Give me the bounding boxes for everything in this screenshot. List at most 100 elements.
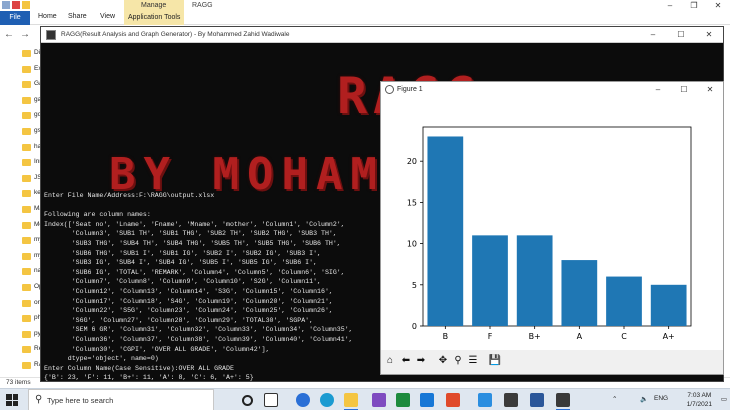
matplotlib-icon [385,85,394,94]
folder-icon [22,330,31,338]
console-line: 'Column17', 'Column18', 'S4G', 'Column19… [44,297,333,305]
item-count: 73 items [6,379,31,386]
explorer-window-controls: – ❐ ✕ [658,0,730,11]
quick-access-toolbar [2,1,30,9]
console-line: 'SUB3 THG', 'SUB4 TH', 'SUB4 THG', 'SUB5… [44,239,341,247]
search-icon: ⚲ [35,394,43,405]
minimize-icon[interactable]: – [658,0,682,11]
maximize-icon[interactable]: ❐ [682,0,706,11]
folder-icon [22,174,31,182]
console-line: 'SUB6 THG', 'SUB1 I', 'SUB1 IG', 'SUB2 I… [44,249,321,257]
close-icon[interactable]: ✕ [697,82,723,97]
manage-label[interactable]: Manage [141,2,166,9]
close-icon[interactable]: ✕ [706,0,730,11]
app-icon[interactable] [420,393,434,407]
folder-icon [22,96,31,104]
folder-icon [22,112,31,120]
folder-icon [22,284,31,291]
folder-icon [22,143,31,151]
taskbar-search[interactable]: ⚲ Type here to search [28,389,214,410]
python-console-icon[interactable] [556,393,570,410]
figure-window[interactable]: Figure 1 – ☐ ✕ B F B+ A C A+ 0 5 10 15 20 ⌂ ⬅ ➡ ✥ … [380,81,724,375]
y-tick-label: 20 [407,157,417,166]
maximize-icon[interactable]: ☐ [667,27,695,43]
console-window-controls: – ☐ ✕ [639,27,723,43]
language-indicator[interactable]: ENG [654,395,668,402]
y-tick-label: 10 [407,240,417,249]
figure-toolbar: ⌂ ⬅ ➡ ✥ ⚲ ☰ 💾 [381,350,723,374]
console-line: 'S6G', 'Column27', 'Column28', 'Column29… [44,316,314,324]
bar-B [427,136,464,326]
figure-titlebar[interactable]: Figure 1 – ☐ ✕ [381,82,723,97]
folder-icon [22,221,31,229]
save-icon[interactable] [2,1,10,9]
console-line: dtype='object', name=0) [44,355,159,363]
figure-title: Figure 1 [397,86,423,93]
folder-icon [22,65,31,73]
forward-icon[interactable]: ➡ [414,354,428,368]
folder-icon [22,206,31,213]
maximize-icon[interactable]: ☐ [671,82,697,97]
folder-icon [22,190,31,198]
checkmark-icon[interactable] [12,1,20,9]
close-icon[interactable]: ✕ [695,27,723,43]
bar-A+ [650,284,687,326]
tab-share[interactable]: Share [68,13,87,20]
folder-icon [22,237,31,245]
console-line: Following are column names: [44,211,151,219]
clock-time: 7:03 AM [687,392,712,399]
volume-icon[interactable]: 🔈 [640,395,648,403]
windows-start-icon[interactable] [6,394,18,406]
folder-icon [22,81,31,89]
tab-application-tools[interactable]: Application Tools [124,11,185,25]
edge-icon[interactable] [320,393,334,407]
app-icon-4[interactable] [504,393,518,407]
console-output: Enter File Name/Address:F:\RAGG\output.x… [44,191,384,383]
configure-subplots-icon[interactable]: ☰ [466,354,480,368]
console-line: 'Column30', 'CGPI', 'OVER ALL GRADE', 'C… [44,345,270,353]
tray-chevron-icon[interactable]: ⌃ [612,395,617,403]
home-icon[interactable]: ⌂ [383,354,397,368]
y-tick-label: 0 [412,322,417,331]
minimize-icon[interactable]: – [645,82,671,97]
app-icon-2[interactable] [446,393,460,407]
spotify-icon[interactable] [396,393,410,407]
folder-icon[interactable] [22,1,30,9]
tab-file[interactable]: File [0,11,30,25]
console-title: RAGG(Result Analysis and Graph Generator… [61,31,290,38]
folder-icon [22,268,31,276]
pan-icon[interactable]: ✥ [436,354,450,368]
x-tick-label: A+ [663,332,675,341]
forward-icon[interactable]: → [20,29,30,40]
cortana-icon[interactable] [242,395,253,406]
back-icon[interactable]: ← [4,29,14,40]
task-view-icon[interactable] [264,393,278,407]
bar-A [561,260,598,326]
folder-icon [22,346,31,354]
console-line: 'Column36', 'Column37', 'Column38', 'Col… [44,335,353,343]
clock[interactable]: 7:03 AM 1/7/2021 [687,391,712,409]
folder-icon [22,299,31,307]
chrome-icon[interactable] [296,393,310,407]
console-titlebar[interactable]: RAGG(Result Analysis and Graph Generator… [41,27,723,43]
app-icon-3[interactable] [478,393,492,407]
console-line: 'SUB6 IG', 'TOTAL', 'REMARK', 'Column4',… [44,268,345,276]
minimize-icon[interactable]: – [639,27,667,43]
explorer-titlebar: Manage RAGG – ❐ ✕ [0,0,730,12]
folder-icon [22,159,31,167]
folder-icon [22,315,31,323]
zoom-icon[interactable]: ⚲ [451,354,465,368]
tab-home[interactable]: Home [38,13,57,20]
search-placeholder: Type here to search [47,396,114,405]
x-tick-label: F [488,332,493,341]
notification-icon[interactable]: ▭ [721,395,727,403]
word-icon[interactable] [530,393,544,407]
file-explorer-icon[interactable] [344,393,358,410]
visual-studio-icon[interactable] [372,393,386,407]
console-line: Enter File Name/Address:F:\RAGG\output.x… [44,192,215,199]
back-icon[interactable]: ⬅ [399,354,413,368]
x-tick-label: B+ [529,332,541,341]
save-figure-icon[interactable]: 💾 [488,354,502,368]
tab-view[interactable]: View [100,13,115,20]
